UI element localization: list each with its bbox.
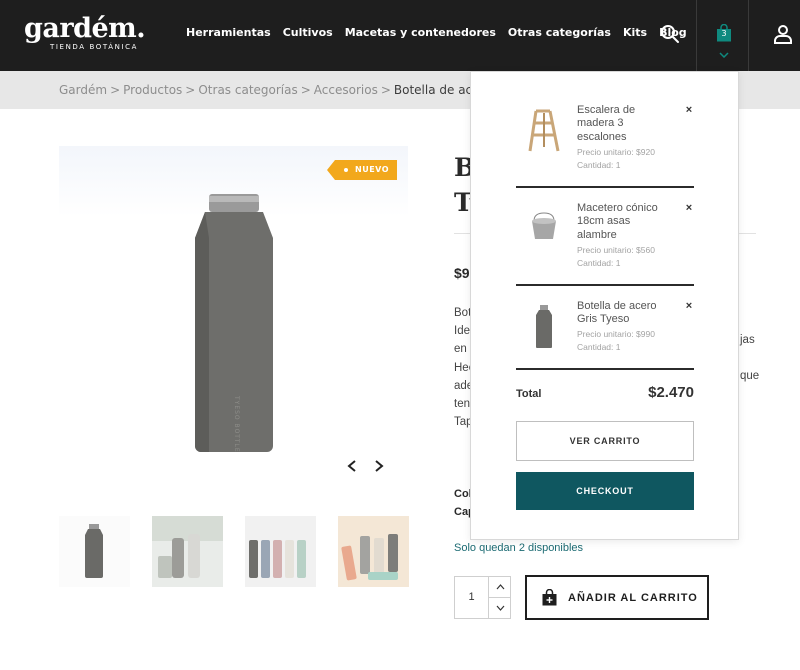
cart-count-badge: 3	[721, 29, 727, 38]
quantity-stepper[interactable]: 1	[454, 576, 511, 619]
site-logo[interactable]: gardém. TIENDA BOTÁNICA	[24, 13, 146, 52]
cart-item-quantity: Cantidad: 1	[577, 342, 621, 352]
cart-item-quantity: Cantidad: 1	[577, 160, 621, 170]
cart-item-name[interactable]: Escalera de madera 3 escalones	[577, 104, 661, 144]
search-icon[interactable]	[658, 22, 682, 46]
cart-item-unit-price: Precio unitario: $990	[577, 329, 655, 339]
add-to-cart-label: AÑADIR AL CARRITO	[568, 592, 698, 604]
product-page: gardém. TIENDA BOTÁNICA Herramientas Cul…	[0, 0, 800, 670]
new-badge: NUEVO	[326, 160, 398, 180]
cart-item-name[interactable]: Botella de acero Gris Tyeso	[577, 300, 661, 327]
cart-item-unit-price: Precio unitario: $920	[577, 147, 655, 157]
cart-item-separator	[516, 284, 694, 286]
description-line-end: que	[740, 370, 760, 383]
cart-item-separator	[516, 368, 694, 370]
bottle-thumbnail-image	[85, 524, 103, 578]
nav-item-otras-categorias[interactable]: Otras categorías	[508, 26, 611, 39]
add-to-cart-button[interactable]: AÑADIR AL CARRITO	[525, 575, 709, 620]
breadcrumb-home[interactable]: Gardém	[59, 83, 107, 97]
breadcrumb-productos[interactable]: Productos	[123, 83, 182, 97]
minicart-dropdown: Escalera de madera 3 escalones Precio un…	[470, 71, 739, 540]
breadcrumb-separator: >	[300, 83, 311, 97]
new-badge-label: NUEVO	[355, 165, 390, 174]
bottle-image: TYESO BOTTLE	[195, 194, 273, 453]
cart-item: Escalera de madera 3 escalones Precio un…	[516, 91, 694, 188]
pastel-thumbnail-image	[338, 516, 409, 587]
chevron-left-icon[interactable]	[346, 459, 358, 473]
thumbnail-3[interactable]	[245, 516, 316, 587]
cart-item: Macetero cónico 18cm asas alambre Precio…	[516, 189, 694, 286]
checkout-label: CHECKOUT	[576, 486, 634, 496]
view-cart-label: VER CARRITO	[569, 436, 641, 446]
chevron-up-icon	[496, 584, 505, 590]
logo-tagline: TIENDA BOTÁNICA	[50, 43, 138, 51]
nav-item-macetas[interactable]: Macetas y contenedores	[345, 26, 496, 39]
chevron-down-icon	[719, 52, 729, 58]
colors-thumbnail-image	[245, 516, 316, 587]
product-main-image[interactable]: TYESO BOTTLE	[59, 146, 408, 500]
thumbnail-1[interactable]	[59, 516, 130, 587]
svg-text:TYESO BOTTLE: TYESO BOTTLE	[233, 395, 240, 453]
nav-item-kits[interactable]: Kits	[623, 26, 647, 39]
main-nav: Herramientas Cultivos Macetas y contened…	[186, 26, 699, 39]
stock-status: Solo quedan 2 disponibles	[454, 542, 584, 554]
description-line-end: jas	[740, 334, 755, 346]
add-bag-icon	[542, 589, 557, 606]
breadcrumb: Gardém > Productos > Otras categorías > Acceso…	[59, 83, 519, 97]
breadcrumb-separator: >	[110, 83, 121, 97]
breadcrumb-separator: >	[185, 83, 196, 97]
badge-dot	[344, 168, 348, 172]
breadcrumb-otras-categorias[interactable]: Otras categorías	[198, 83, 297, 97]
chevron-right-icon[interactable]	[373, 459, 385, 473]
chevron-down-icon	[496, 605, 505, 611]
product-description-right-edge: jas que	[740, 322, 759, 395]
user-icon[interactable]	[771, 22, 795, 46]
quantity-increase-button[interactable]	[488, 577, 511, 598]
remove-item-button[interactable]: ×	[684, 301, 694, 312]
quantity-decrease-button[interactable]	[488, 598, 511, 619]
breadcrumb-accesorios[interactable]: Accesorios	[314, 83, 378, 97]
cart-item-quantity: Cantidad: 1	[577, 258, 621, 268]
breadcrumb-separator: >	[380, 83, 391, 97]
view-cart-button[interactable]: VER CARRITO	[516, 421, 694, 461]
cart-total-value: $2.470	[648, 384, 694, 401]
planter-image	[532, 212, 556, 239]
cart-item-separator	[516, 186, 694, 188]
thumbnail-strip	[59, 516, 409, 587]
cart-total-label: Total	[516, 388, 542, 400]
remove-item-button[interactable]: ×	[684, 203, 694, 214]
logo-wordmark: gardém.	[24, 13, 146, 44]
bottle-image	[536, 305, 552, 348]
lifestyle-thumbnail-image	[152, 516, 223, 587]
nav-item-cultivos[interactable]: Cultivos	[283, 26, 333, 39]
remove-item-button[interactable]: ×	[684, 105, 694, 116]
site-header: gardém. TIENDA BOTÁNICA Herramientas Cul…	[0, 0, 800, 71]
thumbnail-4[interactable]	[338, 516, 409, 587]
quantity-value[interactable]: 1	[455, 591, 488, 603]
nav-item-herramientas[interactable]: Herramientas	[186, 26, 271, 39]
cart-item-unit-price: Precio unitario: $560	[577, 245, 655, 255]
cart-item-name[interactable]: Macetero cónico 18cm asas alambre	[577, 202, 661, 242]
thumbnail-2[interactable]	[152, 516, 223, 587]
cart-button[interactable]: 3	[696, 0, 749, 71]
ladder-image	[528, 109, 560, 152]
checkout-button[interactable]: CHECKOUT	[516, 472, 694, 510]
